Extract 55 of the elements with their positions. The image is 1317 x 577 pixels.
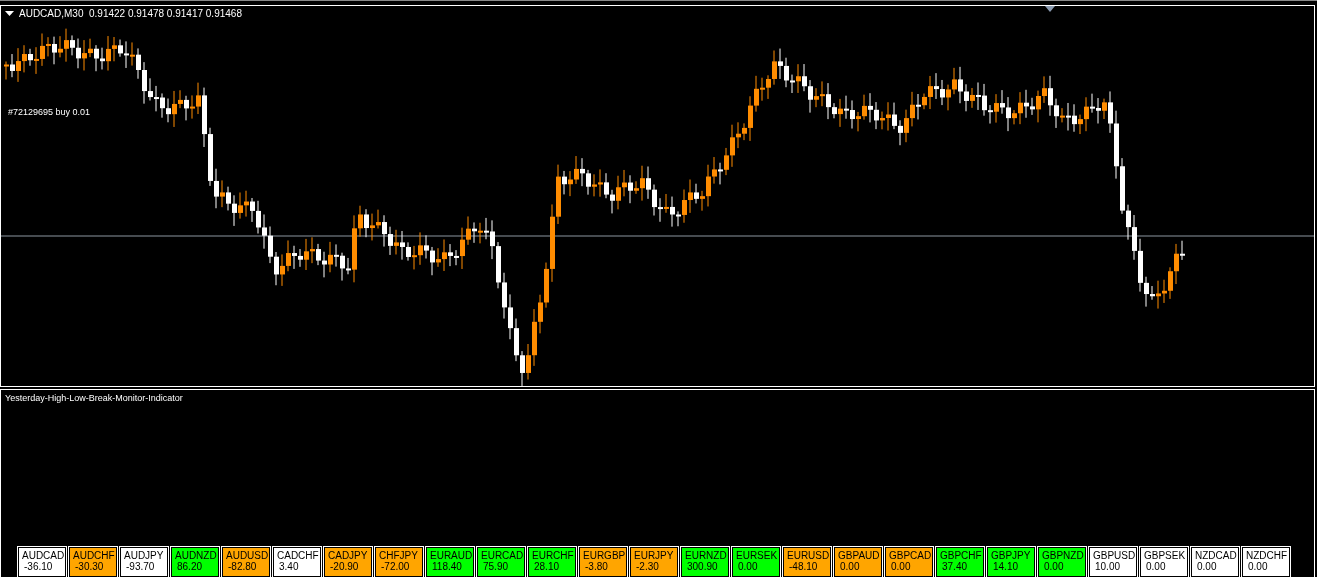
pair-value: 0.00 (1196, 561, 1218, 572)
pair-symbol: EURSEK (736, 550, 779, 561)
pair-symbol: GBPCHF (940, 550, 983, 561)
pair-symbol: EURCAD (481, 550, 524, 561)
pair-value: -36.10 (23, 561, 54, 572)
pair-value: 28.10 (533, 561, 561, 572)
pair-symbol: EURUSD (787, 550, 830, 561)
pair-symbol: GBPNZD (1042, 550, 1085, 561)
pair-value: 0.00 (737, 561, 759, 572)
pair-symbol: GBPSEK (1144, 550, 1187, 561)
chart-title: AUDCAD,M30 0.91422 0.91478 0.91417 0.91468 (19, 8, 242, 19)
pair-symbol: CADJPY (328, 550, 369, 561)
pair-symbol: GBPUSD (1093, 550, 1136, 561)
pair-value: 118.40 (431, 561, 463, 572)
pair-value: 0.00 (1043, 561, 1065, 572)
pair-value: -2.30 (635, 561, 660, 572)
pair-symbol: EURCHF (532, 550, 575, 561)
pair-value: 14.10 (992, 561, 1020, 572)
dropdown-icon[interactable] (5, 10, 14, 17)
pair-symbol: CHFJPY (379, 550, 419, 561)
order-label: #72129695 buy 0.01 (8, 107, 91, 117)
pair-value: -72.00 (380, 561, 411, 572)
pair-symbol: GBPCAD (889, 550, 932, 561)
pair-value: -82.80 (227, 561, 258, 572)
pair-value: -93.70 (125, 561, 156, 572)
pair-symbol: EURJPY (634, 550, 675, 561)
pair-symbol: CADCHF (277, 550, 320, 561)
pair-value: 75.90 (482, 561, 510, 572)
pair-symbol: EURAUD (430, 550, 473, 561)
pair-value: 10.00 (1094, 561, 1122, 572)
indicator-title: Yesterday-High-Low-Break-Monitor-Indicator (4, 392, 184, 403)
pair-symbol: AUDCHF (73, 550, 116, 561)
pair-value: -20.90 (329, 561, 360, 572)
pair-value: 0.00 (1247, 561, 1269, 572)
pair-symbol: GBPAUD (838, 550, 881, 561)
pair-value: 0.00 (1145, 561, 1167, 572)
pair-symbol: EURGBP (583, 550, 626, 561)
pair-value: -30.30 (74, 561, 105, 572)
pair-symbol: AUDJPY (124, 550, 165, 561)
pair-symbol: AUDUSD (226, 550, 269, 561)
pair-value: -48.10 (788, 561, 819, 572)
pair-value: 0.00 (839, 561, 861, 572)
pair-value: 300.90 (686, 561, 719, 572)
pair-symbol: NZDCAD (1195, 550, 1238, 561)
pair-symbol: AUDNZD (175, 550, 218, 561)
chart-shift-icon[interactable] (1045, 6, 1055, 12)
pair-symbol: EURNZD (685, 550, 728, 561)
pair-value: 3.40 (278, 561, 300, 572)
pair-value: 86.20 (176, 561, 204, 572)
pair-value: 37.40 (941, 561, 969, 572)
pair-symbol: AUDCAD (22, 550, 65, 561)
pair-value: -3.80 (584, 561, 609, 572)
pair-symbol: NZDCHF (1246, 550, 1289, 561)
pair-value: 0.00 (890, 561, 912, 572)
pair-symbol: GBPJPY (991, 550, 1032, 561)
